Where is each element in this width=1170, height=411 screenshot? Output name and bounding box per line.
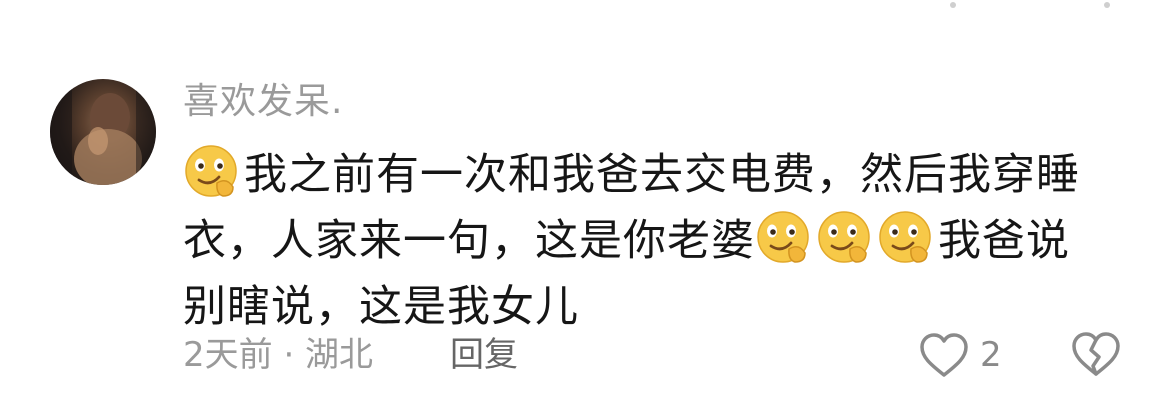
comment-line-1: 我之前有一次和我爸去交电费，然后我穿睡 [183,142,1123,208]
smirk-thinking-emoji [755,209,813,267]
comment-text-line-1: 我之前有一次和我爸去交电费，然后我穿睡 [244,150,1080,200]
comment-line-2: 衣，人家来一句，这是你老婆 我爸说 [183,208,1123,274]
smirk-thinking-emoji [816,209,874,267]
heart-icon [920,333,968,377]
dislike-button[interactable] [1070,330,1122,380]
comment-text-line-2a: 衣，人家来一句，这是你老婆 [183,216,755,266]
like-count: 2 [980,335,1002,375]
comment-content: 我之前有一次和我爸去交电费，然后我穿睡 衣，人家来一句，这是你老婆 我爸说 别瞎… [183,142,1123,340]
comment-text-line-3: 别瞎说，这是我女儿 [183,282,579,332]
broken-heart-icon [1072,332,1120,376]
avatar-image [50,79,156,185]
username[interactable]: 喜欢发呆. [183,80,343,124]
smirk-thinking-emoji [183,143,241,201]
comment-meta: 2天前 · 湖北 [183,335,374,375]
comment-item: 喜欢发呆. 我之前有一次和我爸去交电费，然后我穿睡 衣，人家来一句，这是你老婆 [0,0,1170,411]
smirk-thinking-emoji [877,209,935,267]
reply-button[interactable]: 回复 [450,333,518,377]
avatar[interactable] [50,79,156,185]
like-button[interactable]: 2 [918,330,1002,380]
comment-text-line-2b: 我爸说 [938,216,1070,266]
